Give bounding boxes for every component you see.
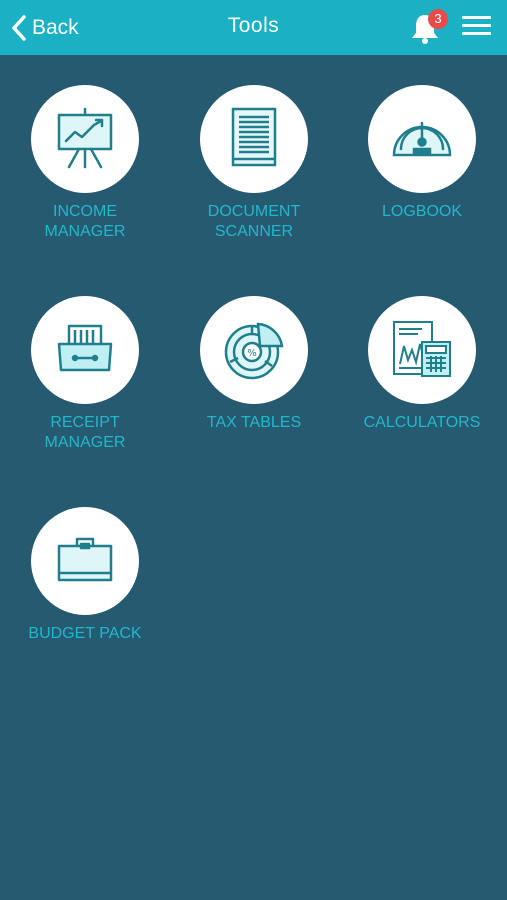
tool-label: BUDGET PACK — [28, 625, 142, 642]
notification-badge: 3 — [428, 9, 448, 29]
briefcase-icon — [57, 537, 113, 582]
tool-tax-tables[interactable]: % TAX TABLES — [174, 296, 334, 433]
tool-budget-pack[interactable]: BUDGET PACK — [5, 507, 165, 644]
presentation-chart-icon — [57, 107, 113, 169]
tool-icon-circle: % — [200, 296, 308, 404]
tool-document-scanner[interactable]: DOCUMENT SCANNER — [174, 85, 334, 242]
menu-line — [462, 16, 491, 19]
tool-label: RECEIPT MANAGER — [44, 414, 126, 451]
tool-label: INCOME MANAGER — [44, 203, 126, 240]
tool-label: TAX TABLES — [206, 414, 302, 431]
tool-icon-circle — [368, 85, 476, 193]
document-icon — [231, 107, 277, 167]
receipt-drawer-icon — [57, 324, 113, 372]
notifications-button[interactable]: 3 — [407, 9, 448, 46]
tool-label: LOGBOOK — [381, 203, 463, 220]
tool-calculators[interactable]: CALCULATORS — [342, 296, 502, 433]
tool-icon-circle — [368, 296, 476, 404]
top-bar: Back Tools 3 — [0, 0, 507, 55]
tool-icon-circle — [31, 85, 139, 193]
tool-receipt-manager[interactable]: RECEIPT MANAGER — [5, 296, 165, 453]
calculator-icon — [393, 321, 451, 377]
menu-line — [462, 32, 491, 35]
speedometer-icon — [392, 121, 452, 157]
tool-label: CALCULATORS — [363, 414, 481, 431]
menu-line — [462, 24, 491, 27]
tool-logbook[interactable]: LOGBOOK — [342, 85, 502, 222]
svg-text:%: % — [247, 348, 257, 359]
percent-pie-icon: % — [224, 322, 284, 380]
tool-income-manager[interactable]: INCOME MANAGER — [5, 85, 165, 242]
tool-icon-circle — [31, 507, 139, 615]
hamburger-menu-button[interactable] — [462, 16, 492, 38]
tool-icon-circle — [200, 85, 308, 193]
tool-icon-circle — [31, 296, 139, 404]
tool-label: DOCUMENT SCANNER — [207, 203, 301, 240]
